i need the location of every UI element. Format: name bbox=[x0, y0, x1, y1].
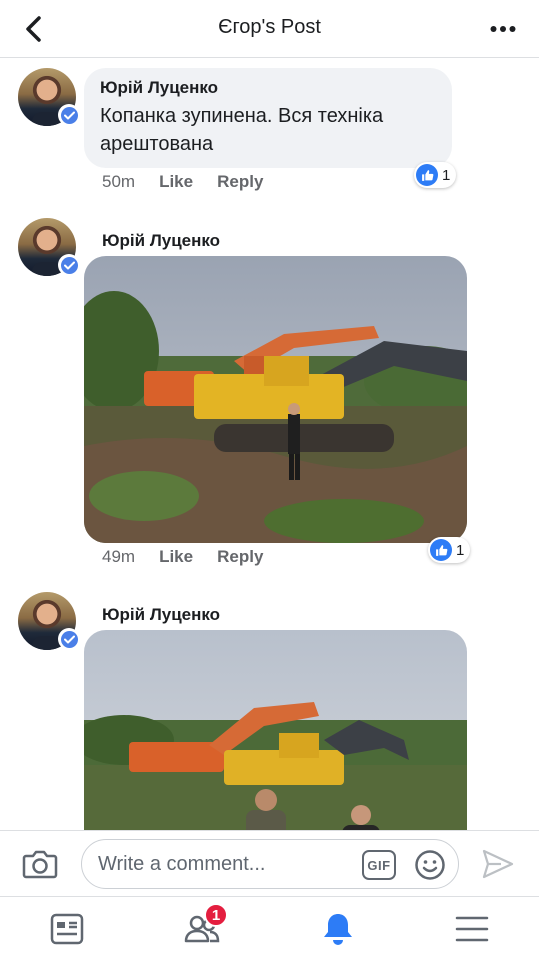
post-header: Єгор's Post bbox=[0, 0, 539, 58]
comment-text: Копанка зупинена. Вся техніка арештована bbox=[100, 105, 384, 155]
avatar[interactable] bbox=[18, 68, 80, 126]
like-button[interactable]: Like bbox=[159, 547, 193, 567]
page-title: Єгор's Post bbox=[218, 16, 321, 38]
reaction-count: 1 bbox=[456, 541, 465, 559]
more-horizontal-icon bbox=[490, 26, 516, 32]
comment-meta: 49m Like Reply bbox=[102, 547, 263, 567]
avatar[interactable] bbox=[18, 592, 80, 650]
comment-composer: GIF bbox=[0, 830, 539, 896]
reply-button[interactable]: Reply bbox=[217, 172, 263, 192]
like-reaction-icon bbox=[430, 539, 452, 561]
comment-input-field[interactable]: GIF bbox=[81, 839, 459, 889]
comment-input[interactable] bbox=[98, 840, 348, 888]
gif-button[interactable]: GIF bbox=[362, 850, 396, 880]
verified-badge-icon bbox=[58, 104, 80, 126]
send-button[interactable] bbox=[481, 848, 515, 880]
reply-button[interactable]: Reply bbox=[217, 547, 263, 567]
friend-requests-badge: 1 bbox=[204, 903, 228, 927]
emoji-button[interactable] bbox=[414, 849, 446, 881]
camera-button[interactable] bbox=[22, 848, 58, 880]
comment-author[interactable]: Юрій Луценко bbox=[100, 78, 436, 98]
camera-icon bbox=[22, 850, 58, 879]
comments-list[interactable]: Юрій Луценко Копанка зупинена. Вся техні… bbox=[0, 58, 539, 830]
comment-timestamp[interactable]: 49m bbox=[102, 547, 135, 567]
nav-notifications[interactable] bbox=[318, 909, 358, 949]
notifications-icon bbox=[324, 914, 352, 945]
verified-badge-icon bbox=[58, 254, 80, 276]
comment-meta: 50m Like Reply bbox=[102, 172, 263, 192]
reaction-count: 1 bbox=[442, 166, 451, 184]
emoji-icon bbox=[415, 850, 445, 880]
comment-photo[interactable] bbox=[84, 256, 467, 543]
excavators-photo bbox=[84, 256, 467, 543]
like-button[interactable]: Like bbox=[159, 172, 193, 192]
news-feed-icon bbox=[50, 913, 84, 945]
comment-bubble[interactable]: Юрій Луценко Копанка зупинена. Вся техні… bbox=[84, 68, 452, 168]
reaction-summary[interactable]: 1 bbox=[414, 162, 457, 188]
nav-menu[interactable] bbox=[452, 909, 492, 949]
excavators-with-people-photo bbox=[84, 630, 467, 830]
bottom-navigation: 1 bbox=[0, 896, 539, 960]
more-options-button[interactable] bbox=[487, 14, 519, 44]
verified-badge-icon bbox=[58, 628, 80, 650]
like-reaction-icon bbox=[416, 164, 438, 186]
reaction-summary[interactable]: 1 bbox=[428, 537, 471, 563]
send-icon bbox=[482, 849, 514, 879]
comment-author[interactable]: Юрій Луценко bbox=[102, 605, 220, 625]
menu-icon bbox=[455, 916, 489, 942]
nav-news-feed[interactable] bbox=[47, 909, 87, 949]
comment-timestamp[interactable]: 50m bbox=[102, 172, 135, 192]
nav-friends[interactable]: 1 bbox=[182, 903, 228, 949]
comment-author[interactable]: Юрій Луценко bbox=[102, 231, 220, 251]
comment-photo[interactable] bbox=[84, 630, 467, 830]
avatar[interactable] bbox=[18, 218, 80, 276]
